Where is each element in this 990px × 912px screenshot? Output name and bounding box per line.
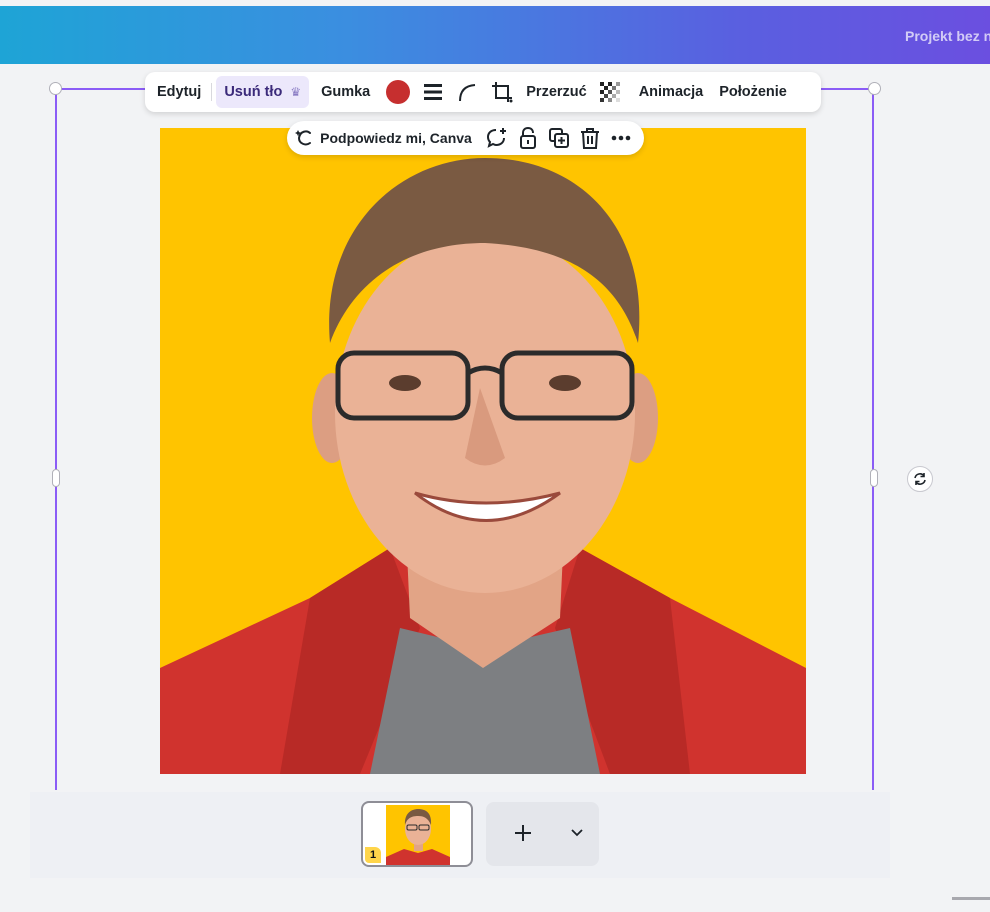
resize-handle-left[interactable]	[52, 469, 60, 487]
corner-rounding-icon[interactable]	[450, 76, 484, 108]
more-options-icon[interactable]	[605, 123, 636, 153]
scrollbar[interactable]	[952, 897, 990, 900]
top-header: Projekt bez n	[0, 6, 990, 64]
assistant-button[interactable]: Podpowiedz mi, Canva	[320, 130, 472, 146]
page-thumbnail[interactable]: 1	[361, 801, 473, 867]
add-comment-icon[interactable]	[482, 123, 513, 153]
edit-button[interactable]: Edytuj	[151, 76, 207, 108]
animate-button[interactable]: Animacja	[633, 76, 709, 108]
remove-background-button[interactable]: Usuń tło ♛	[216, 76, 310, 108]
element-actions-bar: Podpowiedz mi, Canva	[287, 121, 644, 155]
chevron-down-icon[interactable]	[570, 826, 584, 845]
remove-background-label: Usuń tło	[224, 84, 283, 100]
position-button[interactable]: Położenie	[713, 76, 793, 108]
eraser-button[interactable]: Gumka	[315, 76, 376, 108]
rotate-icon[interactable]	[907, 466, 933, 492]
project-title[interactable]: Projekt bez n	[905, 28, 990, 44]
crop-icon[interactable]	[484, 76, 520, 108]
lock-icon[interactable]	[513, 123, 544, 153]
resize-handle-top-left[interactable]	[49, 82, 62, 95]
plus-icon[interactable]	[510, 820, 536, 851]
add-page-button[interactable]	[486, 802, 599, 866]
resize-handle-right[interactable]	[870, 469, 878, 487]
transparency-icon[interactable]	[593, 76, 627, 108]
portrait-photo[interactable]	[160, 128, 806, 774]
toolbar-divider	[211, 83, 213, 101]
trash-icon[interactable]	[574, 123, 605, 153]
magic-assistant-icon[interactable]	[293, 123, 316, 153]
resize-handle-top-right[interactable]	[868, 82, 881, 95]
border-style-icon[interactable]	[416, 76, 450, 108]
portrait-illustration	[160, 158, 806, 774]
page-thumbnail-image	[386, 805, 450, 865]
duplicate-icon[interactable]	[543, 123, 574, 153]
color-swatch[interactable]	[386, 80, 411, 104]
image-toolbar: Edytuj Usuń tło ♛ Gumka Przerzuć Animacj…	[145, 72, 821, 112]
crown-icon: ♛	[290, 85, 302, 99]
page-number-badge: 1	[365, 847, 381, 863]
flip-button[interactable]: Przerzuć	[520, 76, 592, 108]
